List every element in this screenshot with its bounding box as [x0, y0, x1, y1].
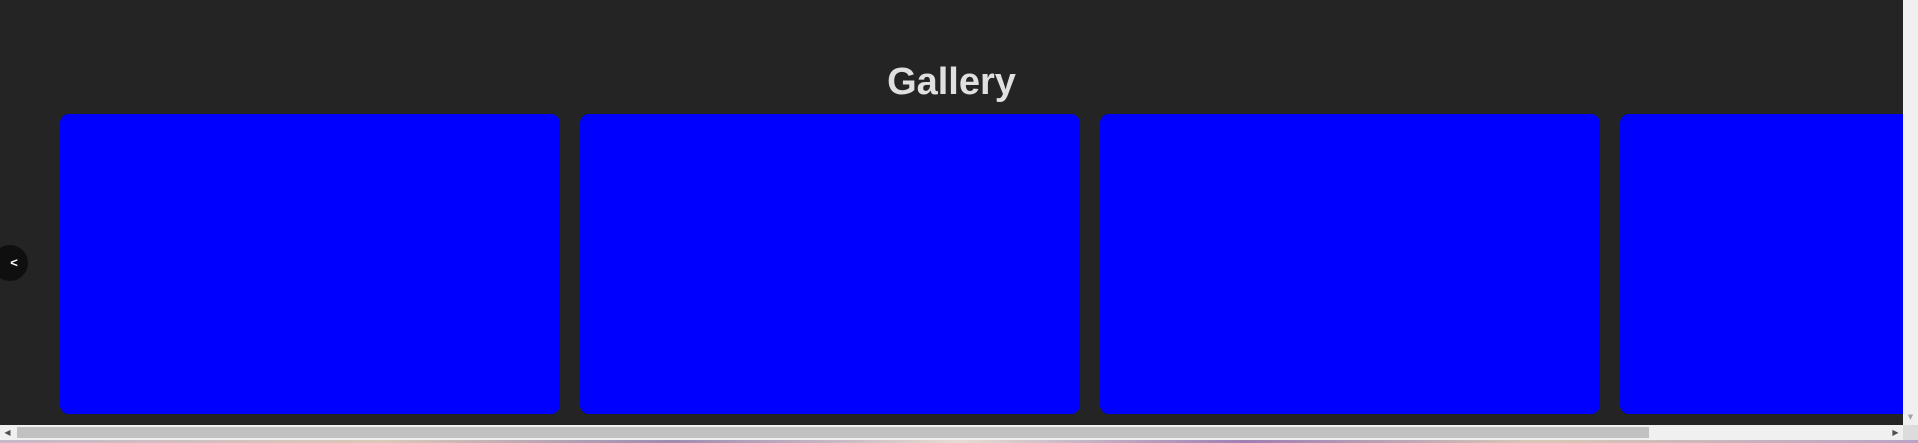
gallery-title: Gallery	[887, 61, 1016, 103]
gallery-card[interactable]	[1620, 114, 1903, 414]
horizontal-scrollbar[interactable]: ◀ ▶	[0, 425, 1903, 440]
gallery-page: Gallery <	[0, 0, 1903, 425]
gallery-card[interactable]	[60, 114, 560, 414]
horizontal-scrollbar-thumb[interactable]	[17, 427, 1649, 438]
gallery-prev-button[interactable]: <	[0, 245, 28, 281]
vertical-scrollbar[interactable]: ▼	[1903, 0, 1918, 425]
scrollbar-corner	[1903, 425, 1918, 440]
scroll-down-arrow-icon[interactable]: ▼	[1903, 409, 1918, 425]
scroll-left-arrow-icon[interactable]: ◀	[0, 425, 15, 440]
scroll-right-arrow-icon[interactable]: ▶	[1888, 425, 1903, 440]
gallery-card[interactable]	[1100, 114, 1600, 414]
gallery-card[interactable]	[580, 114, 1080, 414]
